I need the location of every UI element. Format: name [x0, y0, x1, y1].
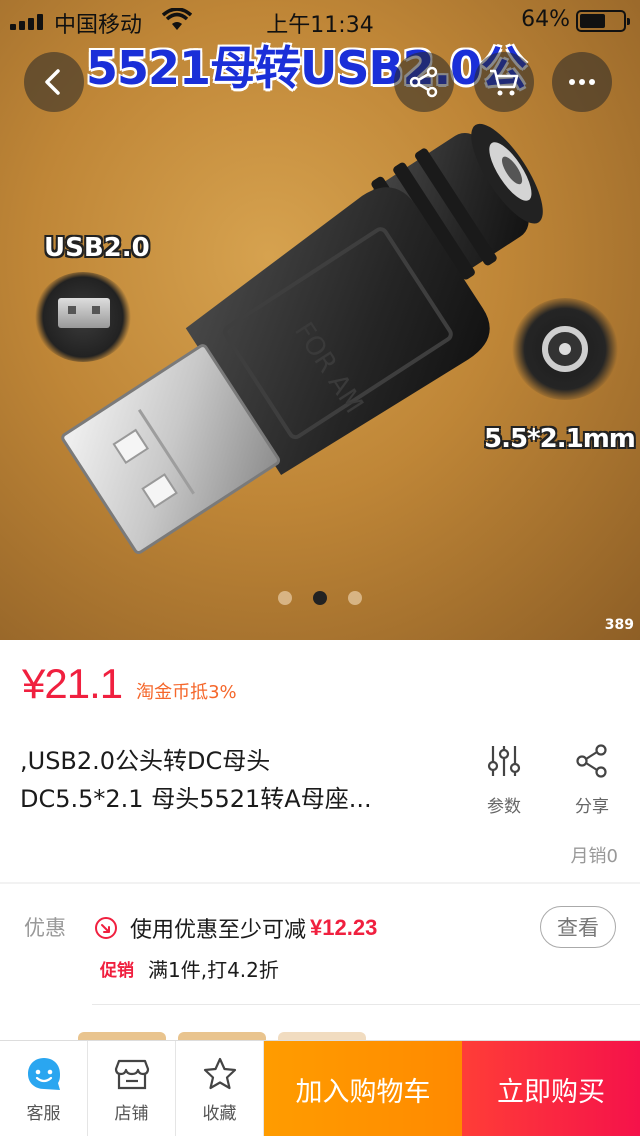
- carousel-indicator: [0, 590, 640, 609]
- share-icon: [576, 744, 607, 778]
- promo-label: 优惠: [24, 916, 66, 940]
- customer-service-button[interactable]: 客服: [0, 1041, 88, 1136]
- carousel-dot: [277, 591, 292, 605]
- coupon-text: 使用优惠至少可减: [130, 918, 307, 943]
- promo-tag: 促销: [100, 961, 134, 981]
- banner-title: 5521母转USB2.0公: [86, 41, 527, 95]
- buy-now-button[interactable]: 立即购买: [462, 1041, 640, 1136]
- product-image-carousel[interactable]: FOR AM 5521母转USB2.0公 USB2.0 5.5*2.1mm 38…: [0, 0, 640, 640]
- monthly-sales: 月销0: [570, 846, 618, 867]
- dc-size-label: 5.5*2.1mm: [484, 424, 636, 454]
- coin-deduction: 淘金币抵3%: [136, 682, 237, 703]
- share-icon: [409, 66, 438, 98]
- bottom-action-bar: 客服 店铺 收藏 加入购物车 立即购买: [0, 1040, 640, 1136]
- status-bar: 中国移动 上午11:34 64%: [0, 0, 640, 40]
- chevron-left-icon: [45, 69, 60, 95]
- service-label: 客服: [26, 1103, 61, 1124]
- promo-text: 满1件,打4.2折: [148, 958, 279, 982]
- next-section-peek: [0, 1030, 640, 1042]
- usb-connector-inset: [34, 272, 132, 362]
- service-face-icon: [27, 1057, 60, 1090]
- cart-button[interactable]: [474, 52, 534, 112]
- add-to-cart-button[interactable]: 加入购物车: [264, 1041, 462, 1136]
- share-button[interactable]: [394, 52, 454, 112]
- battery-icon: [576, 10, 630, 32]
- view-promo-button[interactable]: 查看: [540, 906, 616, 948]
- store-icon: [114, 1059, 149, 1089]
- product-title: ,USB2.0公头转DC母头 DC5.5*2.1 母头5521转A母座...: [20, 742, 440, 818]
- share-label: 分享: [575, 797, 609, 817]
- carousel-dot: [348, 591, 363, 605]
- params-label: 参数: [487, 797, 521, 817]
- coupon-amount: ¥12.23: [310, 915, 378, 940]
- store-label: 店铺: [114, 1103, 149, 1124]
- price-row: ¥21.1 淘金币抵3%: [22, 660, 237, 708]
- sliders-icon: [487, 746, 521, 776]
- favorite-button[interactable]: 收藏: [176, 1041, 264, 1136]
- price: ¥21.1: [22, 660, 123, 707]
- params-button[interactable]: 参数: [474, 742, 534, 817]
- product-title-line2: DC5.5*2.1 母头5521转A母座...: [20, 785, 372, 813]
- star-icon: [203, 1057, 236, 1089]
- image-counter: 389: [604, 617, 634, 633]
- share-product-button[interactable]: 分享: [562, 742, 622, 817]
- cart-icon: [490, 69, 519, 96]
- section-divider: [0, 882, 640, 884]
- more-button[interactable]: [552, 52, 612, 112]
- section-divider: [92, 1004, 640, 1005]
- back-button[interactable]: [24, 52, 84, 112]
- coupon-row[interactable]: 使用优惠至少可减 ¥12.23: [94, 912, 377, 944]
- usb-label: USB2.0: [44, 233, 150, 263]
- favorite-label: 收藏: [202, 1103, 237, 1124]
- coupon-icon: [95, 917, 117, 939]
- battery-percent: 64%: [521, 7, 570, 32]
- carousel-dot-active: [313, 591, 327, 605]
- store-button[interactable]: 店铺: [88, 1041, 176, 1136]
- product-title-line1: ,USB2.0公头转DC母头: [20, 747, 271, 775]
- dc-connector-inset: [512, 298, 618, 400]
- more-icon: [569, 79, 595, 85]
- promo-row: 促销 满1件,打4.2折: [100, 954, 279, 983]
